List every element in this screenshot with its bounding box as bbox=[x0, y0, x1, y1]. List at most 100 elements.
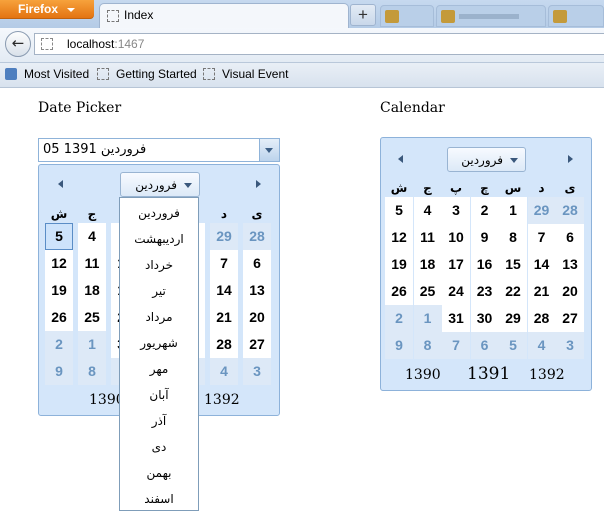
day-cell[interactable]: 3 bbox=[442, 197, 470, 224]
day-cell[interactable]: 29 bbox=[499, 305, 527, 332]
next-month-button[interactable] bbox=[256, 180, 261, 188]
day-cell[interactable]: 25 bbox=[78, 304, 106, 331]
day-cell[interactable]: 12 bbox=[385, 224, 413, 251]
day-cell[interactable]: 14 bbox=[210, 277, 238, 304]
day-cell[interactable]: 22 bbox=[499, 278, 527, 305]
day-cell[interactable]: 7 bbox=[210, 250, 238, 277]
day-cell[interactable]: 4 bbox=[78, 223, 106, 250]
month-option[interactable]: بهمن bbox=[120, 460, 198, 486]
next-month-button[interactable] bbox=[568, 155, 573, 163]
day-cell[interactable]: 17 bbox=[442, 251, 470, 278]
day-cell[interactable]: 23 bbox=[470, 278, 499, 305]
bookmark-getting-started[interactable]: Getting Started bbox=[116, 67, 197, 81]
day-cell[interactable]: 27 bbox=[556, 305, 584, 332]
site-identity-icon[interactable] bbox=[41, 38, 53, 50]
day-cell[interactable]: 9 bbox=[385, 332, 413, 359]
new-tab-button[interactable]: + bbox=[350, 4, 376, 26]
day-cell[interactable]: 31 bbox=[442, 305, 470, 332]
day-cell[interactable]: 3 bbox=[243, 358, 271, 385]
day-cell[interactable]: 19 bbox=[385, 251, 413, 278]
day-cell[interactable]: 9 bbox=[45, 358, 73, 385]
day-cell[interactable]: 6 bbox=[556, 224, 584, 251]
previous-month-button[interactable] bbox=[58, 180, 63, 188]
month-option[interactable]: اسفند bbox=[120, 486, 198, 512]
month-select[interactable]: فروردین bbox=[120, 172, 200, 197]
day-cell[interactable]: 8 bbox=[413, 332, 442, 359]
day-cell[interactable]: 27 bbox=[243, 331, 271, 358]
day-cell[interactable]: 2 bbox=[45, 331, 73, 358]
month-option[interactable]: فروردین bbox=[120, 200, 198, 226]
day-cell[interactable]: 16 bbox=[470, 251, 499, 278]
background-tab[interactable] bbox=[548, 5, 604, 27]
day-cell[interactable]: 6 bbox=[470, 332, 499, 359]
day-cell-selected[interactable]: 5 bbox=[45, 223, 73, 250]
tab-index[interactable]: Index bbox=[99, 3, 349, 28]
day-cell[interactable]: 28 bbox=[210, 331, 238, 358]
day-cell[interactable]: 24 bbox=[442, 278, 470, 305]
day-cell[interactable]: 30 bbox=[470, 305, 499, 332]
bookmark-most-visited[interactable]: Most Visited bbox=[24, 67, 89, 81]
month-option[interactable]: دی bbox=[120, 434, 198, 460]
day-cell[interactable]: 19 bbox=[45, 277, 73, 304]
month-option[interactable]: مهر bbox=[120, 356, 198, 382]
day-cell[interactable]: 4 bbox=[210, 358, 238, 385]
day-cell[interactable]: 11 bbox=[413, 224, 442, 251]
previous-month-button[interactable] bbox=[398, 155, 403, 163]
day-cell[interactable]: 25 bbox=[413, 278, 442, 305]
month-option[interactable]: شهریور bbox=[120, 330, 198, 356]
next-year[interactable]: 1392 bbox=[529, 367, 565, 383]
day-cell[interactable]: 28 bbox=[556, 197, 584, 224]
day-cell[interactable]: 26 bbox=[45, 304, 73, 331]
day-cell[interactable]: 8 bbox=[499, 224, 527, 251]
date-input[interactable]: فروردین 1391 05 bbox=[38, 138, 280, 162]
day-cell[interactable]: 5 bbox=[499, 332, 527, 359]
bookmark-visual-event[interactable]: Visual Event bbox=[222, 67, 289, 81]
day-cell[interactable]: 9 bbox=[470, 224, 499, 251]
day-cell[interactable]: 13 bbox=[243, 277, 271, 304]
prev-year[interactable]: 1390 bbox=[405, 367, 441, 383]
day-cell[interactable]: 28 bbox=[527, 305, 556, 332]
day-cell[interactable]: 18 bbox=[413, 251, 442, 278]
day-cell[interactable]: 7 bbox=[442, 332, 470, 359]
day-cell[interactable]: 2 bbox=[470, 197, 499, 224]
month-option[interactable]: اردیبهشت bbox=[120, 226, 198, 252]
day-cell[interactable]: 21 bbox=[210, 304, 238, 331]
day-cell[interactable]: 4 bbox=[413, 197, 442, 224]
day-cell[interactable]: 8 bbox=[78, 358, 106, 385]
month-option[interactable]: آبان bbox=[120, 382, 198, 408]
day-cell[interactable]: 2 bbox=[385, 305, 413, 332]
day-cell[interactable]: 7 bbox=[527, 224, 556, 251]
day-cell[interactable]: 6 bbox=[243, 250, 271, 277]
day-cell[interactable]: 11 bbox=[78, 250, 106, 277]
day-cell[interactable]: 1 bbox=[78, 331, 106, 358]
day-cell[interactable]: 10 bbox=[442, 224, 470, 251]
day-cell[interactable]: 15 bbox=[499, 251, 527, 278]
date-picker-toggle-button[interactable] bbox=[259, 139, 279, 161]
month-option[interactable]: تیر bbox=[120, 278, 198, 304]
day-cell[interactable]: 20 bbox=[556, 278, 584, 305]
month-option[interactable]: آذر bbox=[120, 408, 198, 434]
day-cell[interactable]: 4 bbox=[527, 332, 556, 359]
month-select[interactable]: فروردین bbox=[447, 147, 526, 172]
firefox-menu-button[interactable]: Firefox bbox=[0, 0, 94, 19]
next-year[interactable]: 1392 bbox=[204, 392, 240, 408]
day-cell[interactable]: 5 bbox=[385, 197, 413, 224]
month-option[interactable]: مرداد bbox=[120, 304, 198, 330]
background-tab[interactable] bbox=[380, 5, 434, 27]
day-cell[interactable]: 13 bbox=[556, 251, 584, 278]
day-cell[interactable]: 26 bbox=[385, 278, 413, 305]
day-cell[interactable]: 18 bbox=[78, 277, 106, 304]
day-cell[interactable]: 21 bbox=[527, 278, 556, 305]
day-cell[interactable]: 29 bbox=[210, 223, 238, 250]
back-button[interactable]: ← bbox=[5, 31, 31, 57]
url-bar[interactable]: localhost:1467 bbox=[34, 33, 604, 55]
day-cell[interactable]: 1 bbox=[499, 197, 527, 224]
month-option[interactable]: خرداد bbox=[120, 252, 198, 278]
day-cell[interactable]: 20 bbox=[243, 304, 271, 331]
day-cell[interactable]: 28 bbox=[243, 223, 271, 250]
day-cell[interactable]: 1 bbox=[413, 305, 442, 332]
day-cell[interactable]: 14 bbox=[527, 251, 556, 278]
day-cell[interactable]: 3 bbox=[556, 332, 584, 359]
day-cell[interactable]: 12 bbox=[45, 250, 73, 277]
day-cell[interactable]: 29 bbox=[527, 197, 556, 224]
